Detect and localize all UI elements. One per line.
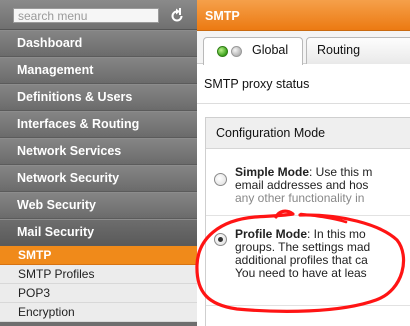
profile-mode-option: Profile Mode: In this mo groups. The set…: [206, 216, 410, 306]
sidebar: Dashboard Management Definitions & Users…: [0, 0, 197, 326]
nav-item-definitions-users[interactable]: Definitions & Users: [0, 84, 197, 111]
profile-mode-line: : In this mo: [307, 227, 366, 241]
subnav-item-pop3[interactable]: POP3: [0, 284, 197, 303]
simple-mode-option: Simple Mode: Use this m email addresses …: [206, 149, 410, 216]
subnav-item-encryption[interactable]: Encryption: [0, 303, 197, 322]
mail-security-submenu: SMTP SMTP Profiles POP3 Encryption: [0, 246, 197, 322]
panel-header: Configuration Mode: [206, 118, 410, 149]
profile-mode-line: You need to have at leas: [235, 266, 367, 280]
tab-routing[interactable]: Routing: [306, 37, 410, 64]
tab-bar: Global Routing: [197, 31, 410, 65]
main-content: SMTP Global Routing SMTP proxy status Co…: [197, 0, 410, 326]
main-navigation: Dashboard Management Definitions & Users…: [0, 30, 197, 322]
nav-item-network-security[interactable]: Network Security: [0, 165, 197, 192]
nav-item-web-security[interactable]: Web Security: [0, 192, 197, 219]
nav-item-mail-security[interactable]: Mail Security: [0, 219, 197, 246]
status-off-icon: [231, 46, 242, 57]
page-title-bar: SMTP: [197, 0, 410, 31]
simple-mode-radio[interactable]: [214, 173, 227, 186]
simple-mode-title: Simple Mode: [235, 165, 310, 179]
page-title: SMTP: [205, 9, 240, 23]
simple-mode-line: : Use this m: [309, 165, 373, 179]
simple-mode-line: any other functionality in: [235, 191, 365, 205]
tab-global-label: Global: [252, 43, 289, 57]
profile-mode-description: Profile Mode: In this mo groups. The set…: [235, 228, 410, 280]
nav-item-network-services[interactable]: Network Services: [0, 138, 197, 165]
tab-routing-label: Routing: [317, 43, 361, 57]
nav-item-management[interactable]: Management: [0, 57, 197, 84]
profile-mode-title: Profile Mode: [235, 227, 308, 241]
search-bar: [0, 0, 197, 30]
proxy-status-label: SMTP proxy status: [204, 77, 310, 91]
search-input[interactable]: [13, 8, 159, 23]
reset-icon[interactable]: [167, 6, 187, 26]
simple-mode-description: Simple Mode: Use this m email addresses …: [235, 166, 410, 205]
status-on-icon: [217, 46, 228, 57]
nav-item-dashboard[interactable]: Dashboard: [0, 30, 197, 57]
tab-global[interactable]: Global: [203, 37, 303, 65]
subnav-item-smtp-profiles[interactable]: SMTP Profiles: [0, 265, 197, 284]
profile-mode-radio[interactable]: [214, 233, 227, 246]
nav-item-interfaces-routing[interactable]: Interfaces & Routing: [0, 111, 197, 138]
subnav-item-smtp[interactable]: SMTP: [0, 246, 197, 265]
proxy-status-row: SMTP proxy status: [197, 64, 410, 104]
configuration-mode-panel: Configuration Mode Simple Mode: Use this…: [205, 117, 410, 326]
